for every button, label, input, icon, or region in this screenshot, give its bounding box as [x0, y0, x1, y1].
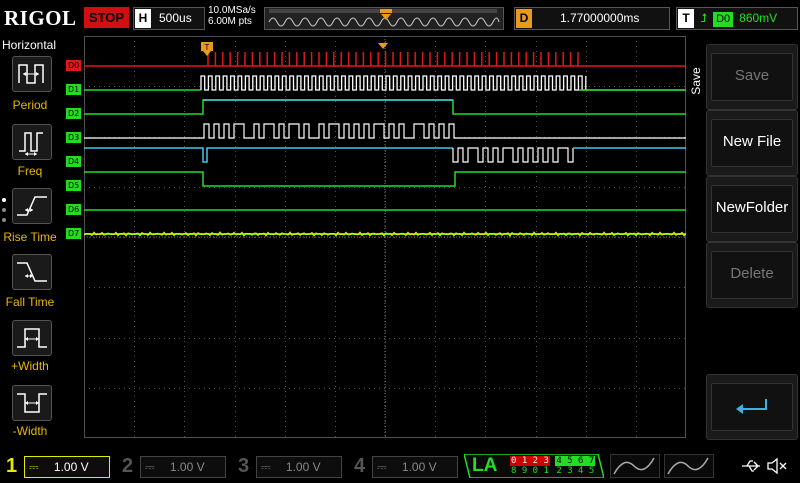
waveform-svg: [83, 36, 687, 438]
channel-3-scale: 1.00 V: [285, 460, 321, 474]
dc-coupling-icon: ⎓: [377, 460, 387, 474]
trace-label-d1: D1: [66, 84, 82, 95]
channel-2[interactable]: 2 ⎓ 1.00 V: [118, 454, 228, 478]
la-group-lower-right: 2 3 4 5: [556, 466, 595, 476]
trigger-level: 860mV: [739, 11, 778, 25]
sine-wave-icon: [664, 454, 714, 478]
memory-depth: 6.00M pts: [208, 16, 252, 27]
new-folder-button[interactable]: NewFolder: [706, 176, 798, 242]
return-icon: [736, 399, 767, 414]
horizontal-tag: H: [135, 9, 151, 28]
trace-label-d4: D4: [66, 156, 82, 167]
negative-width-button[interactable]: [12, 385, 52, 421]
positive-width-label: +Width: [11, 359, 49, 373]
logic-analyzer-status[interactable]: LA 0 1 2 3 4 5 6 7 8 9 0 1 2 3 4 5: [464, 454, 604, 478]
freq-icon: [19, 132, 43, 156]
fall-time-button[interactable]: [12, 254, 52, 290]
la-label: LA: [472, 455, 498, 476]
new-file-button[interactable]: New File: [706, 110, 798, 176]
delay-value: 1.77000000ms: [560, 11, 640, 25]
trigger-position-marker: T: [201, 42, 213, 56]
channel-bar: 1 ⎓ 1.00 V 2 ⎓ 1.00 V 3 ⎓ 1.00 V 4 ⎓ 1.0…: [0, 452, 800, 480]
channel-1[interactable]: 1 ⎓ 1.00 V: [2, 454, 112, 478]
channel-2-scale: 1.00 V: [169, 460, 205, 474]
sine-wave-icon: [610, 454, 660, 478]
period-icon: [18, 64, 44, 84]
channel-3-number: 3: [238, 455, 250, 477]
run-stop-button[interactable]: STOP: [84, 7, 129, 28]
svg-text:T: T: [205, 43, 210, 52]
return-button[interactable]: [706, 374, 798, 440]
rise-time-icon: [17, 196, 47, 216]
page-dots: [2, 196, 8, 232]
math-channel-2[interactable]: [664, 454, 714, 478]
channel-2-number: 2: [122, 455, 134, 477]
trace-label-d5: D5: [66, 180, 82, 191]
fall-time-label: Fall Time: [5, 295, 55, 309]
new-folder-button-label: NewFolder: [715, 199, 789, 216]
positive-width-icon: [17, 328, 47, 348]
la-group-lower-left: 8 9 0 1: [511, 466, 549, 476]
memory-wave-icon: [268, 9, 500, 27]
negative-width-icon: [17, 393, 47, 413]
delay-center-marker: [378, 36, 388, 49]
acquisition-info: 10.0MSa/s 6.00M pts: [208, 5, 256, 27]
trace-label-d6: D6: [66, 204, 82, 215]
channel-1-number: 1: [6, 455, 18, 477]
fall-time-icon: [17, 262, 47, 282]
waveform-display[interactable]: D0 D1 D2 D3 D4 D5 D6 D7 T: [66, 36, 687, 438]
save-menu-title: Save: [687, 36, 705, 136]
mute-icon[interactable]: [766, 457, 788, 475]
rise-time-button[interactable]: [12, 188, 52, 224]
dc-coupling-icon: ⎓: [261, 460, 271, 474]
trace-label-d2: D2: [66, 108, 82, 119]
measure-sidebar: Horizontal Period Freq Rise Time Fall Ti…: [0, 36, 60, 452]
channel-3[interactable]: 3 ⎓ 1.00 V: [234, 454, 344, 478]
timebase-box[interactable]: H 500us: [133, 7, 205, 30]
save-menu-title-text: Save: [689, 67, 703, 95]
save-menu-panel: Save Save New File NewFolder Delete: [686, 36, 800, 452]
channel-4[interactable]: 4 ⎓ 1.00 V: [350, 454, 460, 478]
delay-box[interactable]: D 1.77000000ms: [514, 7, 670, 30]
channel-1-scale: 1.00 V: [53, 460, 89, 474]
delete-button-label: Delete: [730, 265, 774, 282]
memory-overview-strip[interactable]: [264, 7, 504, 30]
channel-4-scale: 1.00 V: [401, 460, 437, 474]
delay-tag: D: [516, 9, 532, 28]
dc-coupling-icon: ⎓: [145, 460, 155, 474]
brand-logo: RIGOL: [4, 6, 77, 30]
math-channel-1[interactable]: [610, 454, 660, 478]
rising-edge-icon: ⮥: [700, 11, 708, 25]
la-group-upper-left: 0 1 2 3: [510, 456, 550, 466]
trace-label-d3: D3: [66, 132, 82, 143]
timebase-value: 500us: [159, 11, 192, 25]
delete-button[interactable]: Delete: [706, 242, 798, 308]
freq-button[interactable]: [12, 124, 52, 160]
freq-label: Freq: [17, 164, 43, 178]
trace-label-d7: D7: [66, 228, 82, 239]
trigger-box[interactable]: T ⮥ D0 860mV: [676, 7, 798, 30]
la-group-upper-right: 4 5 6 7: [555, 456, 596, 466]
save-button[interactable]: Save: [706, 44, 798, 110]
trigger-tag: T: [678, 9, 694, 28]
period-button[interactable]: [12, 56, 52, 92]
usb-icon: [740, 458, 762, 474]
top-bar: RIGOL STOP H 500us 10.0MSa/s 6.00M pts D 1…: [0, 0, 800, 36]
new-file-button-label: New File: [722, 133, 782, 150]
sidebar-title: Horizontal: [2, 38, 57, 52]
save-button-label: Save: [734, 67, 770, 84]
negative-width-label: -Width: [12, 424, 48, 438]
sample-rate: 10.0MSa/s: [208, 5, 256, 16]
rise-time-label: Rise Time: [3, 230, 57, 244]
positive-width-button[interactable]: [12, 320, 52, 356]
period-label: Period: [12, 98, 48, 112]
trigger-source: D0: [713, 12, 734, 27]
trace-label-d0: D0: [66, 60, 82, 71]
channel-4-number: 4: [354, 455, 366, 477]
dc-coupling-icon: ⎓: [29, 460, 39, 474]
